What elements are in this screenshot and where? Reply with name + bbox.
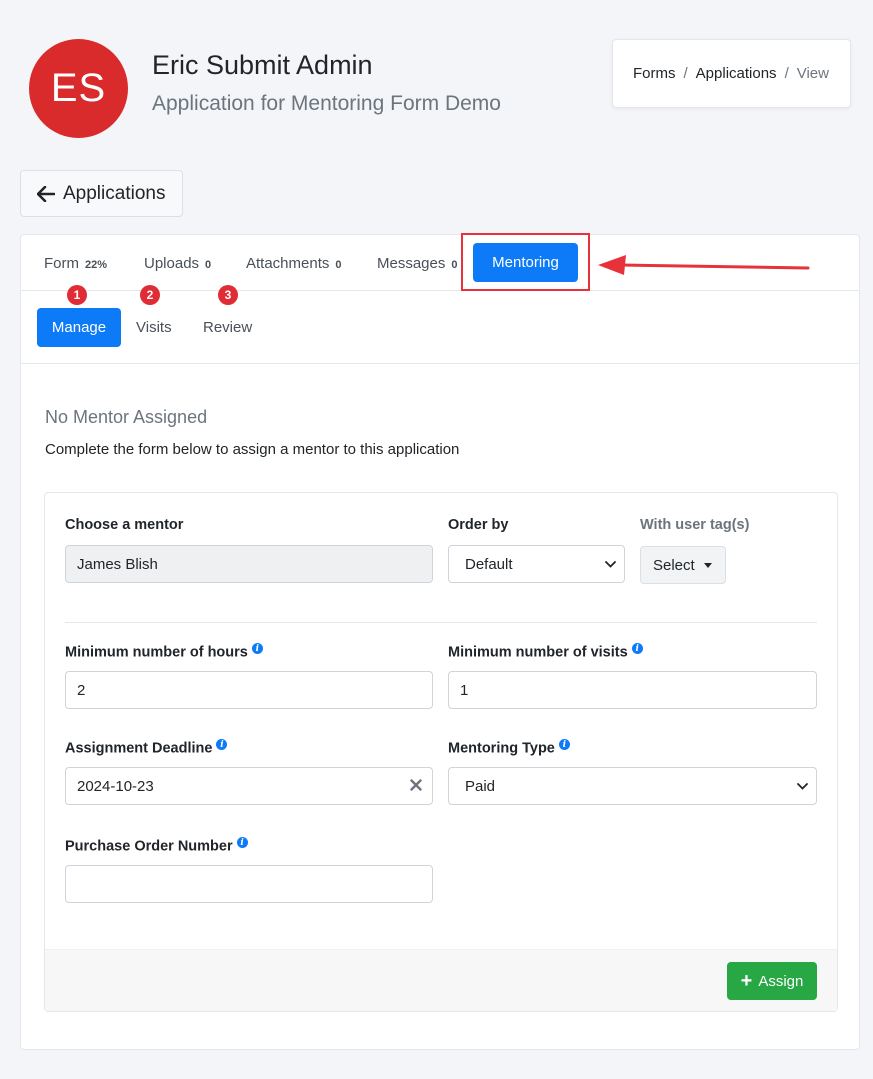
- tab-label: Attachments: [246, 255, 330, 272]
- breadcrumb-separator: /: [784, 65, 789, 82]
- deadline-date-input[interactable]: 2024-10-23: [65, 767, 433, 805]
- min-hours-label: Minimum number of hours i: [65, 643, 263, 661]
- choose-mentor-field[interactable]: James Blish: [65, 545, 433, 583]
- order-by-select[interactable]: Default: [448, 545, 625, 583]
- subtab-visits[interactable]: Visits: [136, 319, 172, 336]
- mentoring-type-label: Mentoring Type i: [448, 739, 570, 757]
- step-badge: 2: [140, 285, 160, 305]
- tab-count: 0: [205, 259, 212, 271]
- back-button-label: Applications: [63, 182, 166, 204]
- min-hours-label-text: Minimum number of hours: [65, 644, 248, 661]
- po-number-label: Purchase Order Number i: [65, 837, 248, 855]
- chevron-down-icon: [797, 783, 808, 790]
- tab-count: 22%: [85, 259, 108, 271]
- info-icon[interactable]: i: [631, 643, 643, 654]
- tab-label: Form: [44, 255, 79, 272]
- info-icon[interactable]: i: [558, 739, 570, 750]
- breadcrumb-current: View: [796, 65, 829, 82]
- subtab-manage[interactable]: Manage: [37, 308, 121, 347]
- step-badge: 3: [218, 285, 238, 305]
- tab-mentoring[interactable]: Mentoring: [473, 243, 578, 282]
- avatar: ES: [29, 39, 128, 138]
- min-hours-input[interactable]: 2: [65, 671, 433, 709]
- breadcrumb-link-forms[interactable]: Forms: [633, 65, 676, 82]
- info-icon[interactable]: i: [251, 643, 263, 654]
- choose-mentor-value: James Blish: [77, 555, 158, 573]
- annotation-arrow-icon: [598, 255, 810, 275]
- chevron-down-icon: [605, 561, 616, 568]
- user-tags-button-label: Select: [653, 556, 695, 574]
- order-by-value: Default: [465, 555, 513, 573]
- min-visits-label: Minimum number of visits i: [448, 643, 643, 661]
- info-icon[interactable]: i: [216, 739, 228, 750]
- back-to-applications-button[interactable]: Applications: [20, 170, 183, 217]
- tab-label: Messages: [377, 255, 446, 272]
- clear-date-icon[interactable]: [410, 779, 422, 791]
- user-name: Eric Submit Admin: [152, 50, 373, 80]
- mentoring-type-value: Paid: [465, 777, 496, 795]
- step-badge: 1: [67, 285, 87, 305]
- form-footer: + Assign: [45, 949, 837, 1011]
- application-card: Form 22% Uploads 0 Attachments 0 Messages 0 …: [20, 233, 860, 1050]
- assign-button-label: Assign: [758, 972, 804, 990]
- tab-attachments[interactable]: Attachments 0: [246, 255, 342, 272]
- po-number-input[interactable]: [65, 865, 433, 903]
- tab-label: Uploads: [144, 255, 200, 272]
- user-tags-dropdown-button[interactable]: Select: [640, 546, 726, 584]
- min-visits-input[interactable]: 1: [448, 671, 817, 709]
- assign-mentor-form: Choose a mentor James Blish Order by Def…: [44, 492, 838, 1012]
- po-number-label-text: Purchase Order Number: [65, 838, 233, 855]
- min-hours-value: 2: [77, 681, 86, 699]
- deadline-value: 2024-10-23: [77, 777, 154, 795]
- mentoring-type-select[interactable]: Paid: [448, 767, 817, 805]
- tab-uploads[interactable]: Uploads 0: [144, 255, 211, 272]
- user-tags-label: With user tag(s): [640, 517, 750, 533]
- tab-count: 0: [335, 259, 342, 271]
- caret-down-icon: [703, 562, 712, 568]
- divider: [65, 622, 817, 623]
- breadcrumb-separator: /: [683, 65, 688, 82]
- subtab-review[interactable]: Review: [203, 319, 252, 336]
- section-title: No Mentor Assigned: [45, 407, 208, 427]
- mentoring-type-label-text: Mentoring Type: [448, 740, 555, 757]
- tab-count: 0: [451, 259, 458, 271]
- breadcrumb: Forms / Applications / View: [612, 39, 851, 108]
- tab-form[interactable]: Form 22%: [44, 255, 107, 272]
- min-visits-value: 1: [460, 681, 469, 699]
- deadline-label-text: Assignment Deadline: [65, 740, 213, 757]
- choose-mentor-label: Choose a mentor: [65, 517, 184, 533]
- plus-icon: +: [740, 970, 753, 992]
- info-icon[interactable]: i: [236, 837, 248, 848]
- breadcrumb-link-applications[interactable]: Applications: [696, 65, 777, 82]
- arrow-left-icon: [37, 185, 55, 202]
- page-subtitle: Application for Mentoring Form Demo: [152, 92, 501, 115]
- tab-messages[interactable]: Messages 0: [377, 255, 458, 272]
- section-instructions: Complete the form below to assign a ment…: [45, 441, 460, 458]
- order-by-label: Order by: [448, 517, 509, 533]
- deadline-label: Assignment Deadline i: [65, 739, 228, 757]
- assign-button[interactable]: + Assign: [727, 962, 817, 1000]
- subtab-bar: 1 2 3 Manage Visits Review: [21, 285, 859, 364]
- min-visits-label-text: Minimum number of visits: [448, 644, 628, 661]
